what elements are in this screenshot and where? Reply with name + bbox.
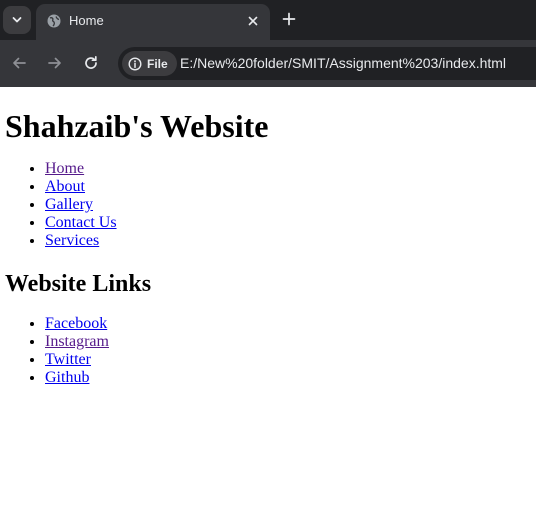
site-info-chip[interactable]: File — [122, 51, 177, 76]
new-tab-button[interactable] — [278, 8, 300, 30]
info-icon — [128, 56, 142, 71]
back-arrow-icon — [13, 57, 26, 69]
url-text[interactable]: E:/New%20folder/SMIT/Assignment%203/inde… — [180, 55, 506, 72]
nav-link-services[interactable]: Services — [45, 232, 99, 249]
nav-item: Gallery — [45, 196, 536, 214]
nav-item: Home — [45, 160, 536, 178]
page-title: Shahzaib's Website — [5, 108, 269, 144]
tab-search-button[interactable] — [3, 6, 31, 34]
browser-toolbar: File E:/New%20folder/SMIT/Assignment%203… — [0, 40, 536, 87]
link-item: Instagram — [45, 333, 536, 351]
nav-item: About — [45, 178, 536, 196]
tab-close-button[interactable] — [244, 12, 262, 30]
website-links-list: Facebook Instagram Twitter Github — [5, 315, 536, 387]
chevron-down-icon — [12, 17, 22, 23]
page-content: Shahzaib's Website Home About Gallery Co… — [0, 87, 536, 516]
address-bar[interactable]: File E:/New%20folder/SMIT/Assignment%203… — [118, 47, 536, 80]
forward-arrow-icon — [48, 57, 61, 69]
close-icon — [248, 16, 258, 26]
nav-list: Home About Gallery Contact Us Services — [5, 160, 536, 250]
link-item: Facebook — [45, 315, 536, 333]
tab-strip: Home — [0, 0, 536, 40]
reload-icon — [85, 55, 97, 69]
nav-link-about[interactable]: About — [45, 178, 85, 195]
link-instagram[interactable]: Instagram — [45, 333, 109, 350]
back-button[interactable] — [8, 52, 30, 74]
site-info-label: File — [147, 56, 168, 71]
reload-button[interactable] — [80, 52, 102, 74]
browser-window: Home File E:/New%20folder/SMIT/Assignmen… — [0, 0, 536, 516]
link-item: Twitter — [45, 351, 536, 369]
link-facebook[interactable]: Facebook — [45, 315, 107, 332]
link-item: Github — [45, 369, 536, 387]
globe-icon — [47, 14, 61, 28]
tab-home[interactable]: Home — [36, 4, 270, 40]
link-twitter[interactable]: Twitter — [45, 351, 91, 368]
plus-icon — [282, 12, 296, 26]
nav-link-gallery[interactable]: Gallery — [45, 196, 93, 213]
link-github[interactable]: Github — [45, 369, 89, 386]
forward-button[interactable] — [44, 52, 66, 74]
nav-link-home[interactable]: Home — [45, 160, 84, 177]
nav-link-contact-us[interactable]: Contact Us — [45, 214, 117, 231]
tab-title: Home — [69, 13, 104, 28]
links-heading: Website Links — [5, 271, 152, 297]
nav-item: Services — [45, 232, 536, 250]
nav-item: Contact Us — [45, 214, 536, 232]
